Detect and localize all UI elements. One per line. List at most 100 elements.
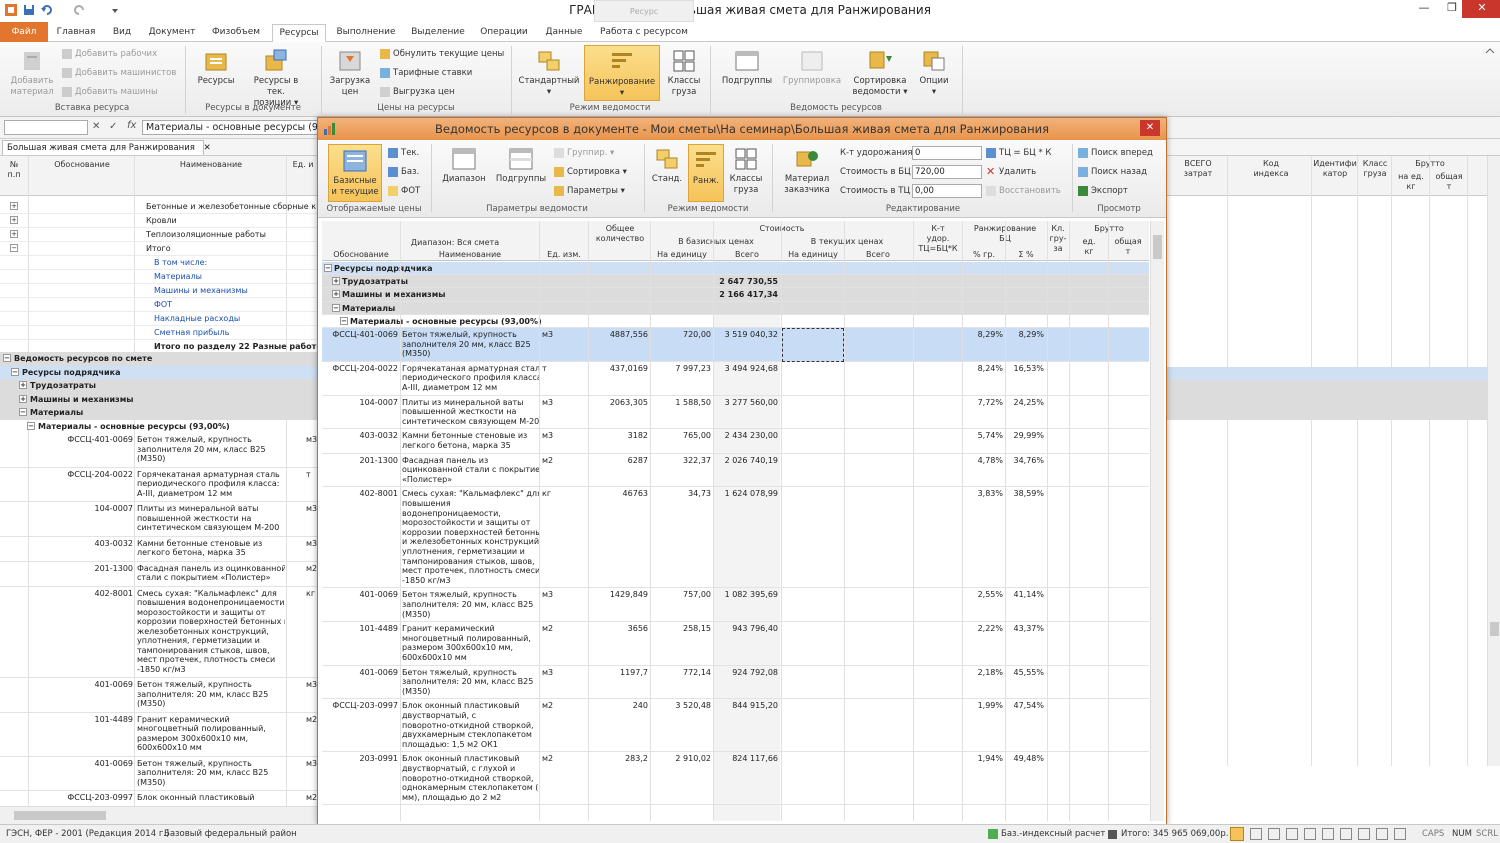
statement-group-row[interactable]: + Машины и механизмы 2 166 417,34 — [322, 288, 1149, 302]
formula-input[interactable]: Материалы - основные ресурсы (93,00%) — [142, 120, 320, 135]
expand-toggle-icon[interactable]: − — [11, 367, 19, 376]
statement-row[interactable]: ФССЦ-204-0022 Горячекатаная арматурная ст… — [322, 362, 1149, 396]
dialog-grouping-button[interactable]: Группир. ▾ — [554, 146, 614, 160]
left-row[interactable]: Накладные расходы — [0, 312, 320, 326]
add-workers-button[interactable]: Добавить рабочих — [62, 47, 157, 61]
statement-row[interactable]: 104-0007 Плиты из минеральной ваты повышен… — [322, 396, 1149, 430]
left-row[interactable]: ФОТ — [0, 298, 320, 312]
standard-mode-button[interactable]: Стандартный ▾ — [518, 48, 580, 98]
left-resource-row[interactable]: ФССЦ-203-0997 Блок оконный пластиковый м2 — [0, 791, 320, 807]
tab-selection[interactable]: Выделение — [406, 24, 470, 42]
cargo-classes-button[interactable]: Классы груза — [664, 48, 704, 98]
add-material-button[interactable]: Добавить материал — [6, 48, 58, 98]
left-hscroll-thumb[interactable] — [14, 811, 106, 820]
dialog-params-button[interactable]: Параметры ▾ — [554, 184, 625, 198]
statement-row[interactable]: ФССЦ-401-0069 Бетон тяжелый, крупность зап… — [322, 328, 1149, 362]
expand-toggle-icon[interactable]: − — [340, 316, 348, 325]
statement-row[interactable]: 401-0069 Бетон тяжелый, крупность заполнит… — [322, 588, 1149, 623]
expand-toggle-icon[interactable]: + — [10, 230, 18, 238]
left-group-row[interactable]: + Машины и механизмы — [0, 392, 320, 406]
collapse-ribbon-icon[interactable] — [1484, 46, 1496, 56]
unload-prices-button[interactable]: Выгрузка цен — [380, 85, 455, 99]
expand-toggle-icon[interactable]: + — [19, 394, 27, 403]
ranking-mode-button[interactable]: Ранжирование ▾ — [584, 45, 660, 101]
view-mode-10-icon[interactable] — [1394, 828, 1406, 840]
load-prices-button[interactable]: Загрузка цен — [326, 48, 374, 98]
statement-row[interactable]: ФССЦ-203-0997 Блок оконный пластиковый дву… — [322, 699, 1149, 753]
base-prices-toggle[interactable]: Баз. — [388, 165, 419, 179]
expand-toggle-icon[interactable]: − — [332, 303, 340, 312]
basic-and-current-button[interactable]: Базисные и текущие — [328, 144, 382, 202]
statement-row[interactable]: 401-0069 Бетон тяжелый, крупность заполнит… — [322, 666, 1149, 700]
formula-button[interactable]: ТЦ = БЦ * К — [986, 146, 1051, 160]
expand-toggle-icon[interactable]: + — [332, 277, 340, 286]
tab-volume[interactable]: Физобъем — [204, 24, 268, 42]
statement-group-row[interactable]: − Ресурсы подрядчика — [322, 262, 1149, 276]
left-resource-row[interactable]: 402-8001 Смесь сухая: "Кальмафлекс" для по… — [0, 587, 320, 678]
view-mode-2-icon[interactable] — [1250, 828, 1262, 840]
cost-bc-input[interactable]: 720,00 — [912, 165, 982, 179]
fot-toggle[interactable]: ФОТ — [388, 184, 420, 198]
left-group-row[interactable]: − Ведомость ресурсов по смете — [0, 352, 320, 366]
view-mode-7-icon[interactable] — [1340, 828, 1352, 840]
view-mode-3-icon[interactable] — [1268, 828, 1280, 840]
add-machinists-button[interactable]: Добавить машинистов — [62, 66, 176, 80]
current-prices-toggle[interactable]: Тек. — [388, 146, 419, 160]
left-row[interactable]: − Итого — [0, 242, 320, 256]
dialog-vscrollbar[interactable] — [1150, 221, 1164, 821]
left-group-row[interactable]: − Ресурсы подрядчика — [0, 365, 320, 379]
left-hscrollbar[interactable] — [0, 806, 320, 824]
statement-group-row[interactable]: + Трудозатраты 2 647 730,55 — [322, 275, 1149, 289]
expand-toggle-icon[interactable]: + — [10, 202, 18, 210]
left-group-row[interactable]: − Материалы - основные ресурсы (93,00%) — [0, 420, 320, 434]
tab-data[interactable]: Данные — [538, 24, 590, 42]
dialog-sorting-button[interactable]: Сортировка ▾ — [554, 165, 627, 179]
dialog-close-button[interactable]: ✕ — [1140, 120, 1160, 136]
expand-toggle-icon[interactable]: − — [324, 264, 332, 272]
customer-material-button[interactable]: Материал заказчика — [780, 146, 834, 196]
close-tab-icon[interactable]: ✕ — [204, 143, 211, 153]
left-row[interactable]: + Теплоизоляционные работы — [0, 228, 320, 242]
view-mode-8-icon[interactable] — [1358, 828, 1370, 840]
left-resource-row[interactable]: ФССЦ-204-0022 Горячекатаная арматурная ст… — [0, 468, 320, 502]
statement-row[interactable]: 203-0991 Блок оконный пластиковый двуствор… — [322, 752, 1149, 806]
expand-toggle-icon[interactable]: + — [332, 290, 340, 299]
left-resource-row[interactable]: 401-0069 Бетон тяжелый, крупность заполнит… — [0, 757, 320, 791]
tab-home[interactable]: Главная — [52, 24, 100, 42]
left-row[interactable]: В том числе: — [0, 256, 320, 270]
view-mode-5-icon[interactable] — [1304, 828, 1316, 840]
dialog-ranking-button[interactable]: Ранж. — [688, 144, 724, 202]
tab-file[interactable]: Файл — [0, 22, 48, 42]
left-row[interactable]: Материалы — [0, 270, 320, 284]
tab-resources[interactable]: Ресурсы — [272, 24, 326, 43]
expand-toggle-icon[interactable]: + — [19, 381, 27, 389]
resources-in-position-button[interactable]: Ресурсы в тек. позиции ▾ — [244, 48, 308, 109]
cost-tc-input[interactable]: 0,00 — [912, 184, 982, 198]
dialog-subgroups-button[interactable]: Подгруппы — [494, 146, 548, 185]
tab-execution[interactable]: Выполнение — [330, 24, 402, 42]
cancel-edit-icon[interactable]: ✕ — [92, 121, 100, 132]
selected-cell[interactable] — [782, 328, 844, 362]
left-resource-row[interactable]: 101-4489 Гранит керамический многоцветный … — [0, 713, 320, 757]
add-machines-button[interactable]: Добавить машины — [62, 85, 158, 99]
k-rise-input[interactable]: 0 — [912, 146, 982, 160]
left-resource-row[interactable]: 403-0032 Камни бетонные стеновые из легког… — [0, 537, 320, 562]
dialog-standard-button[interactable]: Станд. — [648, 146, 686, 185]
resources-button[interactable]: Ресурсы — [192, 48, 240, 87]
tab-resource-work[interactable]: Работа с ресурсом — [594, 24, 694, 42]
right-vscrollbar[interactable] — [1487, 156, 1500, 766]
range-button[interactable]: Диапазон — [438, 146, 490, 185]
statement-group-row[interactable]: − Материалы — [322, 301, 1149, 315]
document-tab[interactable]: Большая живая смета для Ранжирования ✕ — [2, 140, 211, 155]
view-mode-9-icon[interactable] — [1376, 828, 1388, 840]
expand-toggle-icon[interactable]: − — [3, 354, 11, 362]
statement-row[interactable]: 402-8001 Смесь сухая: "Кальмафлекс" для по… — [322, 487, 1149, 589]
tariff-rates-button[interactable]: Тарифные ставки — [380, 66, 472, 80]
grouping-button[interactable]: Группировка — [780, 48, 844, 87]
search-forward-button[interactable]: Поиск вперед — [1078, 146, 1153, 160]
left-resource-row[interactable]: 401-0069 Бетон тяжелый, крупность заполнит… — [0, 678, 320, 713]
expand-toggle-icon[interactable]: − — [10, 244, 18, 252]
statement-row[interactable]: 101-4489 Гранит керамический многоцветный … — [322, 622, 1149, 666]
left-row[interactable]: + Бетонные и железобетонные сборные конс — [0, 200, 320, 214]
left-group-row[interactable]: + Трудозатраты — [0, 379, 320, 393]
